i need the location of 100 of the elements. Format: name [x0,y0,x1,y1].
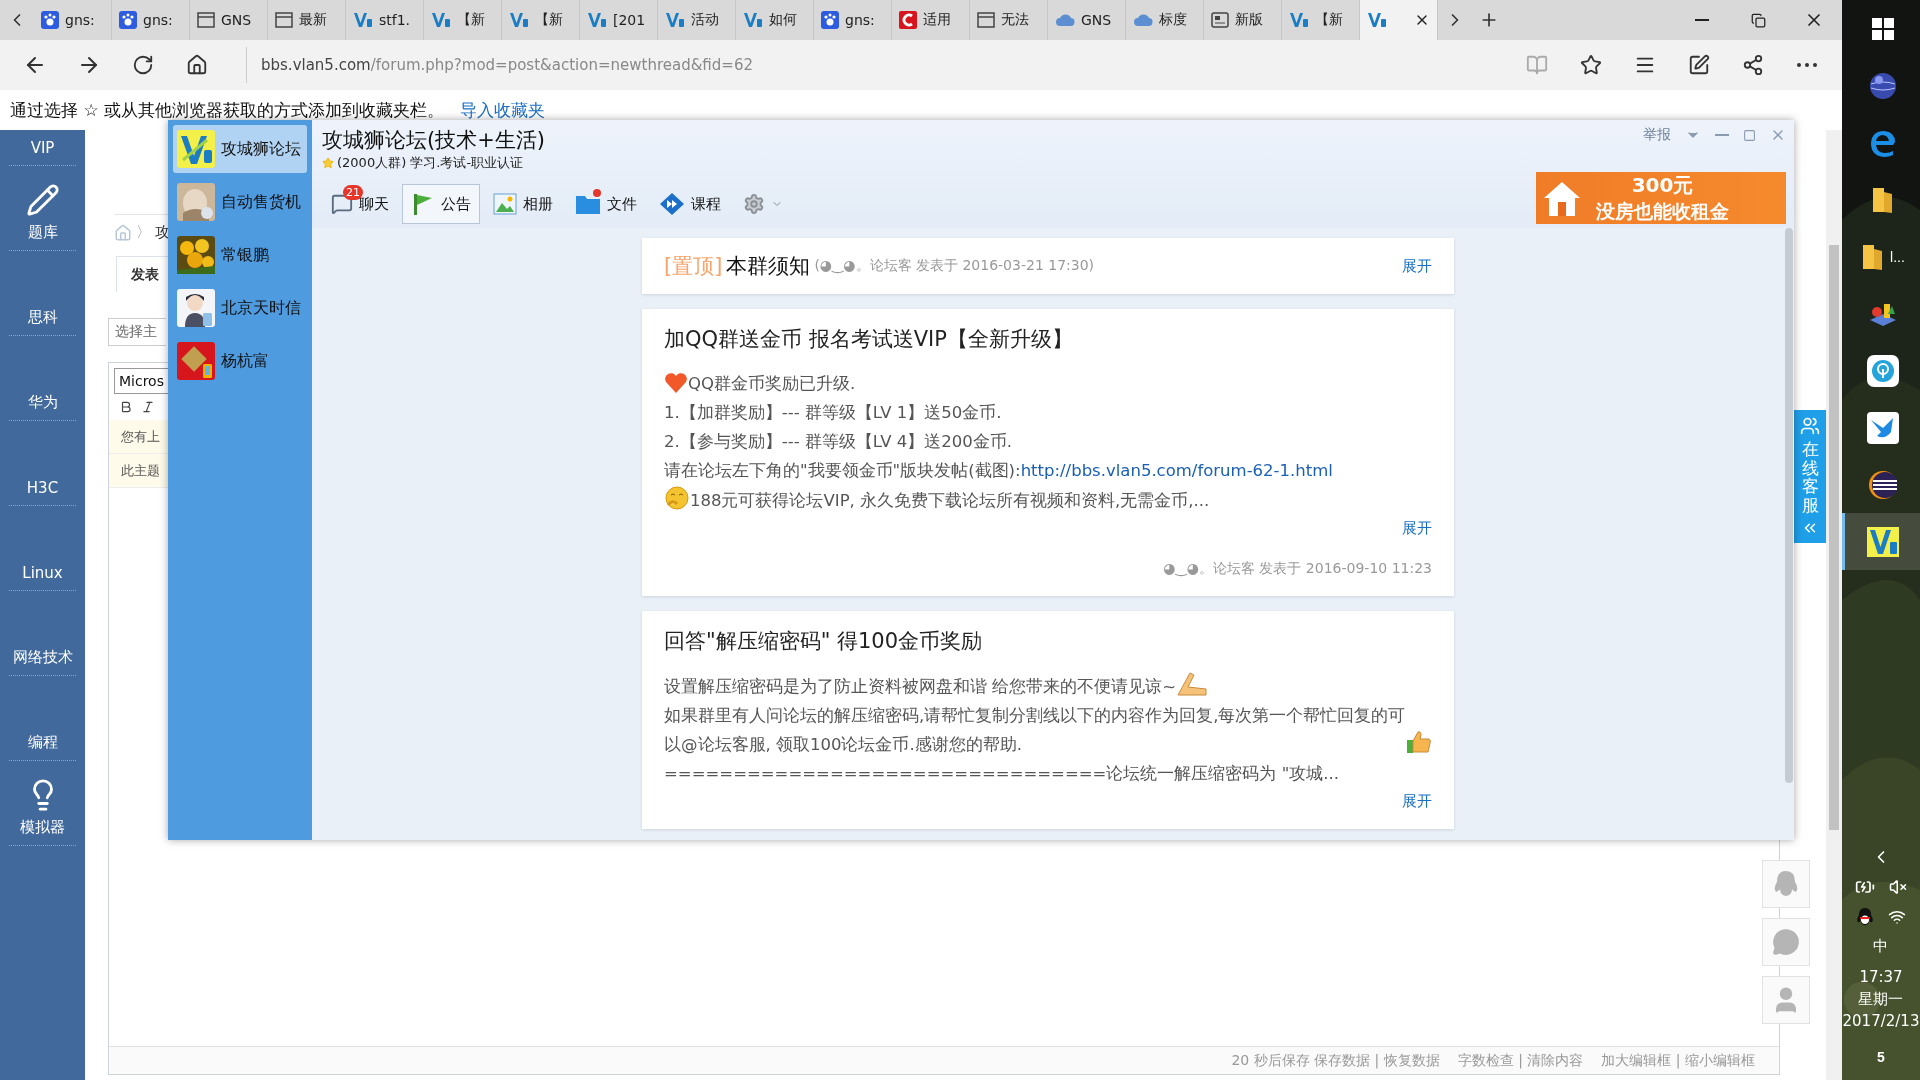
sidebar-item[interactable]: VIP [9,130,76,166]
page-icon [977,12,995,28]
v5-logo-icon [743,12,763,28]
ad-slogan: 没房也能收租金 [1596,198,1729,224]
tab-title: stf1. [379,12,411,28]
post-meta: (◕‿◕。论坛客 发表于 2016-03-21 17:30) [814,257,1095,275]
page-icon [275,12,293,28]
chat-name: 杨杭富 [221,350,269,372]
announcement-title: 加QQ群送金币 报名考试送VIP【全新升级】 [664,326,1074,353]
forum-link[interactable]: http://bbs.vlan5.com/forum-62-1.html [1020,456,1333,485]
people-icon [1800,416,1820,436]
import-favorites-link[interactable]: 导入收藏夹 [460,98,546,122]
v5-logo-icon [665,12,685,28]
clock-date: 2017/2/13 [1842,1011,1920,1032]
post-meta: ◕‿◕。论坛客 发表于 2016-09-10 11:23 [1163,560,1432,578]
chat-item[interactable]: 北京天时信 [173,284,307,332]
announcement-text: QQ群金币奖励已升级. [688,373,856,395]
refresh-icon [132,54,154,76]
clock-weekday: 星期一 [1858,989,1904,1010]
tab-title: GNS [1081,12,1112,28]
group-title: 攻城狮论坛(技术+生活) [322,127,546,154]
input-method-indicator[interactable]: 中 [1873,937,1889,956]
toolbar-tab[interactable]: 相册 [484,184,562,224]
windows-logo-icon [1871,17,1894,40]
penguin-icon [1773,870,1799,898]
toolbar-tab[interactable]: 公告 [402,184,480,224]
chat-item[interactable]: 攻城狮论坛 [173,125,307,173]
maximize-icon[interactable] [1743,128,1756,142]
sidebar-item[interactable]: 网络技术 [9,591,76,676]
paw-icon [41,11,59,29]
v5-logo-icon [509,12,529,28]
announcement-text: 188元可获得论坛VIP, 永久免费下载论坛所有视频和资料,无需金币,... [690,490,1210,512]
chat-name: 攻城狮论坛 [221,138,301,160]
chat-item[interactable]: 常银鹏 [173,231,307,279]
tab-title: 无法 [1001,11,1029,29]
tab-title: GNS [221,12,252,28]
pinned-tag: [置顶] [664,252,723,280]
photo-icon [493,193,517,215]
tab-title: 【新 [457,11,485,29]
expand-link[interactable]: 展开 [1402,519,1432,538]
italic-icon[interactable] [141,400,155,414]
sidebar-item[interactable]: Linux [9,506,76,591]
eclipse-icon [1866,468,1899,501]
chat-name: 北京天时信 [221,297,301,319]
toolbar-tab[interactable]: 课程 [650,184,730,224]
sidebar-item[interactable]: 编程 [9,676,76,761]
mute-icon[interactable] [1889,878,1907,896]
taskbar-app[interactable] [1842,513,1920,570]
sidebar-item[interactable]: H3C [9,421,76,506]
expand-link[interactable]: 展开 [1402,256,1432,276]
breadcrumb-separator: 〉 [136,223,151,242]
share-icon [1742,54,1764,76]
tab-title: 最新 [299,11,327,29]
announcement-title: 回答"解压缩密码" 得100金币奖励 [664,628,984,655]
settings-icon [743,193,765,215]
c-logo-icon [899,11,917,29]
subject-select[interactable]: 选择主 [108,318,166,346]
sphere-icon [1867,70,1898,101]
clock-time: 17:37 [1859,967,1903,988]
scrollbar-thumb[interactable] [1785,228,1793,783]
hands-icon [1176,671,1209,697]
pencil-icon [25,183,60,217]
paw-icon [119,11,137,29]
announcement-text: 请在论坛左下角的"我要领金币"版块发帖(截图): [664,460,1021,482]
scrollbar-thumb[interactable] [1829,245,1839,830]
group-info: (2000人群) 学习.考试-职业认证 [337,154,524,172]
chat-item[interactable]: 杨杭富 [173,337,307,385]
sidebar-item[interactable]: 模拟器 [9,761,76,846]
toolbar-tab[interactable]: 文件 [566,184,646,224]
announcement-text: ================================论坛统一解压缩密码为 "攻城... [664,763,1339,785]
cloud-icon [1055,12,1075,28]
chat-item[interactable]: 自动售货机 [173,178,307,226]
cloud-icon [1133,12,1153,28]
notification-button[interactable]: 5 [1866,1042,1896,1072]
minimize-icon [1715,134,1729,136]
penguin-icon[interactable] [1856,907,1874,927]
breadcrumb-link[interactable]: 攻 [155,223,170,242]
ad-amount: 300元 [1631,171,1694,199]
tab-title: 标度 [1159,11,1187,29]
thinking-face-icon [664,485,690,511]
tab-title: [201 [613,12,646,28]
heart-icon [664,372,688,394]
sidebar-item[interactable]: 思科 [9,251,76,336]
sidebar-item[interactable]: 华为 [9,336,76,421]
clock[interactable]: 17:37 星期一 2017/2/13 [1842,966,1920,1032]
report-link[interactable]: 举报 [1643,126,1671,144]
wifi-icon[interactable] [1888,908,1906,926]
chat-name: 常银鹏 [221,244,269,266]
bold-icon[interactable] [119,400,133,414]
page-icon [197,12,215,28]
pen-icon [1688,54,1710,76]
edge-browser-icon [1868,128,1897,157]
folder-icon [575,193,601,215]
tab-title: gns: [845,12,875,28]
expand-link[interactable]: 展开 [1402,792,1432,811]
browser-tab[interactable] [1360,0,1438,40]
sidebar-item[interactable]: 题库 [9,166,76,251]
tab-title: 如何 [769,11,797,29]
thumbs-up-icon [1406,729,1432,755]
minimize-icon [1695,19,1709,21]
